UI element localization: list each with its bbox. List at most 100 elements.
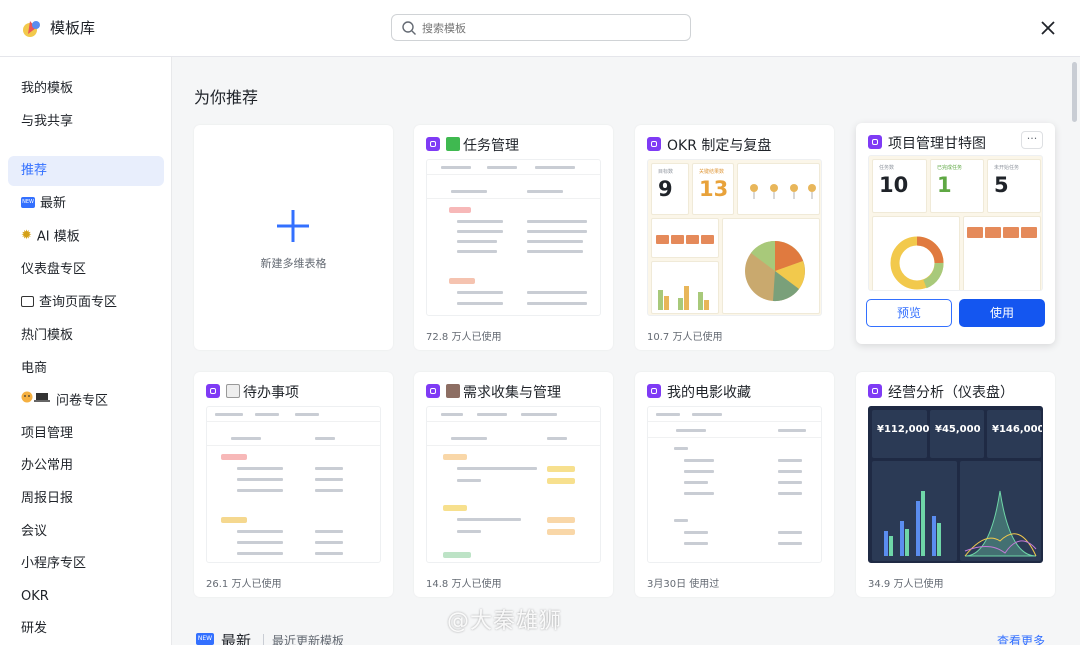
dashboard-area-chart (960, 461, 1041, 561)
preview-line (207, 445, 380, 446)
template-card-okr[interactable]: OKR 制定与复盘 目标数 9 关键结果数 13 10.7 万人已使用 (635, 125, 834, 350)
preview-line (207, 421, 380, 422)
preview-group-tag (221, 454, 247, 460)
template-card-business-analysis[interactable]: 经营分析（仪表盘） ¥112,000 ¥45,000 ¥146,000 34.9… (856, 372, 1055, 597)
preview-text (315, 437, 335, 440)
preview-text (521, 413, 557, 416)
app-title: 模板库 (50, 19, 96, 37)
dashboard-stat-tile: ¥146,000 (987, 410, 1043, 458)
new-base-card[interactable]: 新建多维表格 (194, 125, 393, 350)
template-card-todo[interactable]: 待办事项 26.1 万人已使用 (194, 372, 393, 597)
sidebar-item-office[interactable]: 办公常用 (8, 451, 164, 481)
preview-text (778, 470, 802, 473)
stat-value: ¥112,000 (877, 424, 930, 435)
stat-tile: 已完成任务 1 (930, 159, 984, 213)
sidebar-item-label: 最新 (40, 196, 67, 211)
preview-text (255, 413, 279, 416)
preview-text (778, 429, 806, 432)
preview-text (547, 437, 567, 440)
preview-text (674, 519, 688, 522)
stat-value: ¥146,000 (992, 424, 1043, 435)
sidebar-item-ai[interactable]: ✹ AI 模板 (8, 222, 164, 252)
template-card-task[interactable]: 任务管理 72.8 万人已使用 (414, 125, 613, 350)
use-template-button[interactable]: 使用 (959, 299, 1045, 327)
preview-text (451, 190, 487, 193)
sidebar-item-survey[interactable]: 问卷专区 (8, 386, 164, 416)
person-laptop-icon (21, 385, 51, 415)
preview-text (527, 250, 583, 253)
preview-text (527, 220, 587, 223)
preview-line (427, 445, 600, 446)
preview-text (457, 467, 537, 470)
preview-group-tag (449, 207, 471, 213)
preview-text (315, 467, 343, 470)
new-badge-icon: NEW (196, 633, 214, 645)
preview-text (315, 489, 343, 492)
preview-text (237, 467, 283, 470)
sidebar-item-my-templates[interactable]: 我的模板 (8, 74, 164, 104)
more-options-button[interactable]: ··· (1021, 131, 1043, 149)
template-badge-icon (206, 384, 220, 398)
preview-text (684, 459, 714, 462)
preview-group-tag (449, 278, 475, 284)
sidebar-item-dashboard[interactable]: 仪表盘专区 (8, 255, 164, 285)
watermark-text: @大秦雄狮 (447, 609, 563, 634)
scrollbar[interactable] (1072, 62, 1077, 122)
preview-text (315, 530, 343, 533)
preview-text (684, 470, 714, 473)
preview-text (778, 481, 802, 484)
sidebar-item-popular[interactable]: 热门模板 (8, 321, 164, 351)
sidebar-item-project[interactable]: 项目管理 (8, 419, 164, 449)
card-title: 需求收集与管理 (463, 385, 561, 401)
stat-value: 5 (994, 173, 1009, 197)
template-card-movies[interactable]: 我的电影收藏 3月30日 使用过 (635, 372, 834, 597)
close-icon[interactable] (1036, 16, 1060, 40)
sidebar-item-label: 项目管理 (21, 426, 74, 441)
search-input[interactable] (422, 18, 682, 38)
bar-chart (658, 286, 709, 310)
preview-text (237, 478, 283, 481)
template-card-gantt[interactable]: 项目管理甘特图 ··· 任务数 10 已完成任务 1 未开始任务 5 预览 使用 (856, 123, 1055, 344)
stat-tile: 关键结果数 13 (692, 163, 734, 215)
usage-count: 3月30日 使用过 (647, 579, 720, 590)
preview-group-tag (443, 454, 467, 460)
card-title-row: 需求收集与管理 (426, 382, 561, 402)
card-title: OKR 制定与复盘 (667, 138, 772, 154)
sidebar-item-shared[interactable]: 与我共享 (8, 107, 164, 137)
memo-emoji-icon (226, 384, 240, 398)
card-preview (426, 159, 601, 316)
preview-status-tag (547, 478, 575, 484)
sidebar-item-recommended[interactable]: 推荐 (8, 156, 164, 186)
sidebar-item-miniprogram[interactable]: 小程序专区 (8, 549, 164, 579)
pie-chart (745, 241, 805, 302)
sidebar-item-ecommerce[interactable]: 电商 (8, 354, 164, 384)
preview-text (656, 413, 680, 416)
sidebar-item-latest[interactable]: NEW 最新 (8, 189, 164, 219)
sidebar-item-label: 办公常用 (21, 458, 74, 473)
stat-value: 13 (699, 177, 729, 201)
bulb-icons (750, 184, 816, 199)
sidebar-item-meeting[interactable]: 会议 (8, 517, 164, 547)
area-chart (964, 490, 1037, 557)
sidebar-item-okr[interactable]: OKR (8, 582, 164, 612)
latest-section-subtitle: 最近更新模板 (272, 634, 345, 645)
preview-text (315, 552, 343, 555)
stat-tile (737, 163, 820, 215)
sidebar-item-label: 小程序专区 (21, 556, 87, 571)
preview-group-tag (221, 517, 247, 523)
card-hover-actions: 预览 使用 (866, 299, 1045, 327)
preview-text (237, 489, 283, 492)
sidebar-item-rd[interactable]: 研发 (8, 614, 164, 644)
template-badge-icon (868, 384, 882, 398)
sidebar-item-reports[interactable]: 周报日报 (8, 484, 164, 514)
preview-button[interactable]: 预览 (866, 299, 952, 327)
search-box[interactable] (391, 14, 691, 41)
preview-text (457, 220, 503, 223)
template-card-requirements[interactable]: 需求收集与管理 14.8 万人已使用 (414, 372, 613, 597)
preview-text (674, 447, 688, 450)
preview-text (527, 302, 587, 305)
category-sidebar: 我的模板 与我共享 推荐 NEW 最新 ✹ AI 模板 仪表盘专区 查询页面专区 热… (0, 57, 172, 645)
preview-text (684, 542, 708, 545)
sidebar-item-query-page[interactable]: 查询页面专区 (8, 288, 164, 318)
see-more-link[interactable]: 查看更多 (997, 632, 1045, 645)
